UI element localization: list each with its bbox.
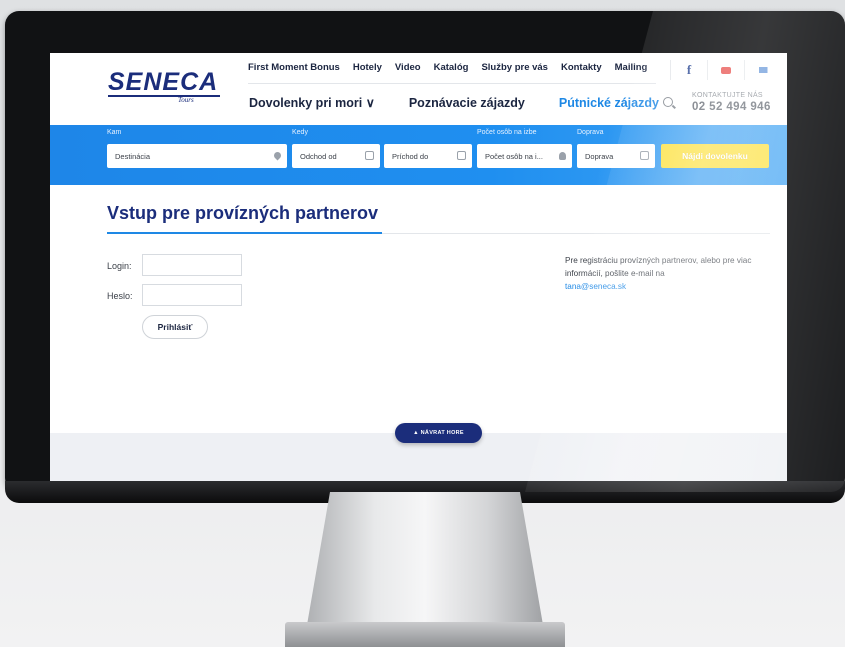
contact-phone[interactable]: 02 52 494 946 xyxy=(692,101,771,113)
persons-field-text: Počet osôb na i... xyxy=(485,151,543,161)
password-input[interactable] xyxy=(142,284,242,306)
topnav-mailing[interactable]: Mailing xyxy=(615,62,648,73)
persons-field[interactable]: Počet osôb na i... xyxy=(477,144,572,168)
topnav-divider xyxy=(248,83,656,84)
registration-info: Pre registráciu provízných partnerov, al… xyxy=(565,254,780,293)
monitor-stand-neck xyxy=(307,492,543,622)
login-button[interactable]: Prihlásiť xyxy=(142,315,208,339)
destination-field[interactable]: Destinácia xyxy=(107,144,287,168)
label-kedy: Kedy xyxy=(292,129,308,136)
topnav-sluzby[interactable]: Služby pre vás xyxy=(481,62,548,73)
search-icon[interactable] xyxy=(663,97,673,107)
logo-subtitle: Tours xyxy=(178,96,194,104)
nav-dovolenky-pri-mori[interactable]: Dovolenky pri mori ∨ xyxy=(249,95,375,110)
topnav-katalog[interactable]: Katalóg xyxy=(434,62,469,73)
calendar-icon xyxy=(457,151,466,160)
monitor-stand-base xyxy=(285,622,565,647)
transport-field[interactable]: Doprava xyxy=(577,144,655,168)
transport-icon xyxy=(640,151,649,160)
mail-icon[interactable] xyxy=(744,60,781,80)
title-accent-line xyxy=(107,232,382,234)
person-icon xyxy=(559,152,566,160)
login-input[interactable] xyxy=(142,254,242,276)
facebook-icon[interactable]: f xyxy=(670,60,707,80)
monitor: SENECA Tours First Moment Bonus Hotely V… xyxy=(5,11,845,503)
contact-label: KONTAKTUJTE NÁS xyxy=(692,92,763,99)
browser-screen: SENECA Tours First Moment Bonus Hotely V… xyxy=(50,53,787,483)
seneca-logo[interactable]: SENECA xyxy=(108,68,218,97)
search-band: Kam Kedy Počet osôb na izbe Doprava Dest… xyxy=(50,125,787,185)
label-pocet-osob: Počet osôb na izbe xyxy=(477,129,537,136)
main-navigation: Dovolenky pri mori ∨ Poznávacie zájazdy … xyxy=(249,95,693,111)
topnav-video[interactable]: Video xyxy=(395,62,421,73)
nav-putnicke-zajazdy[interactable]: Pútnické zájazdy xyxy=(559,96,659,110)
back-to-top-button[interactable]: ▲ NÁVRAT HORE xyxy=(395,423,482,443)
topnav-first-moment-bonus[interactable]: First Moment Bonus xyxy=(248,62,340,73)
arrival-field-text: Príchod do xyxy=(392,151,429,161)
registration-email-link[interactable]: tana@seneca.sk xyxy=(565,282,626,291)
logo-underline xyxy=(108,95,220,97)
top-navigation: First Moment Bonus Hotely Video Katalóg … xyxy=(248,62,660,73)
nav-poznavacie-zajazdy[interactable]: Poznávacie zájazdy xyxy=(409,96,525,110)
label-kam: Kam xyxy=(107,129,122,136)
calendar-icon xyxy=(365,151,374,160)
departure-field[interactable]: Odchod od xyxy=(292,144,380,168)
topnav-hotely[interactable]: Hotely xyxy=(353,62,382,73)
login-label: Login: xyxy=(107,261,132,271)
find-vacation-button[interactable]: Nájdi dovolenku xyxy=(661,144,769,168)
arrival-field[interactable]: Príchod do xyxy=(384,144,472,168)
label-doprava: Doprava xyxy=(577,129,604,136)
registration-info-text: Pre registráciu provízných partnerov, al… xyxy=(565,256,752,278)
social-links: f xyxy=(670,60,781,80)
departure-field-text: Odchod od xyxy=(300,151,337,161)
topnav-kontakty[interactable]: Kontakty xyxy=(561,62,602,73)
destination-field-text: Destinácia xyxy=(115,151,151,161)
location-pin-icon xyxy=(272,150,283,161)
password-label: Heslo: xyxy=(107,291,133,301)
transport-field-text: Doprava xyxy=(585,151,614,161)
page-title: Vstup pre provízných partnerov xyxy=(107,203,379,223)
youtube-icon[interactable] xyxy=(707,60,744,80)
